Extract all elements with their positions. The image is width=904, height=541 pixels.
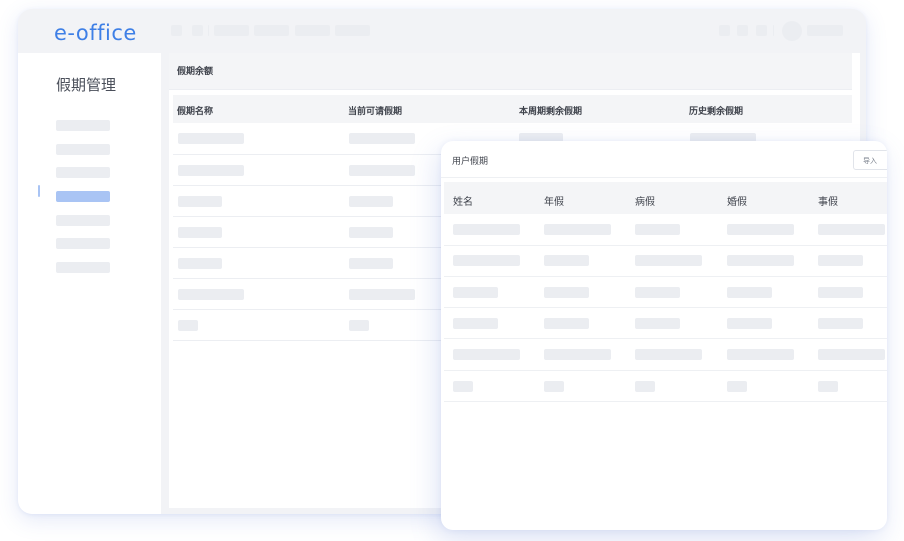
table-cell (818, 349, 885, 360)
table-cell (635, 318, 680, 329)
table-cell (349, 320, 369, 331)
table-cell (727, 287, 772, 298)
row-divider (444, 307, 887, 308)
table-cell (818, 224, 885, 235)
toolbar-icon[interactable] (737, 25, 748, 36)
table-cell (453, 224, 520, 235)
table-cell (727, 255, 794, 266)
sidebar-item[interactable] (56, 215, 110, 226)
column-header[interactable]: 病假 (635, 193, 655, 208)
panel-title: 用户假期 (452, 157, 489, 167)
row-divider (444, 370, 887, 371)
app-logo[interactable]: e-office (54, 21, 137, 45)
top-nav-item[interactable] (254, 25, 289, 36)
row-divider (444, 245, 887, 246)
table-cell (635, 349, 702, 360)
avatar[interactable] (782, 21, 802, 41)
top-nav-divider (208, 25, 209, 36)
sidebar-item[interactable] (56, 167, 110, 178)
table-cell (178, 196, 222, 207)
sidebar-item[interactable] (56, 120, 110, 131)
table-cell (818, 287, 863, 298)
import-button[interactable]: 导入 (853, 150, 887, 170)
column-header[interactable]: 历史剩余假期 (689, 104, 743, 117)
top-nav-item[interactable] (192, 25, 203, 36)
table-cell (727, 224, 794, 235)
table-cell (544, 349, 611, 360)
top-nav-item[interactable] (171, 25, 182, 36)
sidebar-item[interactable] (56, 262, 110, 273)
table-cell (635, 287, 680, 298)
toolbar-divider (773, 25, 774, 36)
toolbar-icon[interactable] (719, 25, 730, 36)
sidebar-item-active[interactable] (56, 191, 110, 202)
table-cell (453, 287, 498, 298)
table-cell (727, 349, 794, 360)
table-cell (544, 224, 611, 235)
table-cell (727, 318, 772, 329)
column-header[interactable]: 本周期剩余假期 (519, 104, 582, 117)
table-cell (635, 224, 680, 235)
table-cell (453, 349, 520, 360)
table-cell (635, 255, 702, 266)
top-nav-item[interactable] (295, 25, 330, 36)
user-name-placeholder[interactable] (807, 25, 843, 36)
table-cell (544, 255, 589, 266)
column-header[interactable]: 事假 (818, 193, 838, 208)
sidebar-item[interactable] (56, 238, 110, 249)
toolbar-icon[interactable] (756, 25, 767, 36)
row-divider (444, 276, 887, 277)
sidebar-item[interactable] (56, 144, 110, 155)
table-cell (349, 227, 393, 238)
user-holiday-panel: 用户假期 导入 姓名 年假 病假 婚假 事假 (441, 141, 887, 530)
table-cell (178, 289, 244, 300)
column-header[interactable]: 姓名 (453, 193, 473, 208)
column-header[interactable]: 当前可请假期 (348, 104, 402, 117)
column-header[interactable]: 婚假 (727, 193, 747, 208)
column-header[interactable]: 假期名称 (177, 104, 213, 117)
user-table-header: 姓名 年假 病假 婚假 事假 (444, 182, 887, 214)
table-cell (544, 318, 589, 329)
table-cell (178, 133, 244, 144)
table-cell (453, 255, 520, 266)
panel-header: 用户假期 导入 (441, 141, 887, 178)
row-divider (444, 338, 887, 339)
table-cell (178, 258, 222, 269)
sidebar: 假期管理 (18, 53, 161, 514)
table-cell (178, 165, 244, 176)
table-cell (818, 381, 838, 392)
table-cell (349, 196, 393, 207)
table-cell (818, 255, 863, 266)
active-indicator (38, 185, 40, 197)
table-cell (349, 258, 393, 269)
table-cell (727, 381, 747, 392)
top-nav-item[interactable] (335, 25, 370, 36)
table-cell (818, 318, 863, 329)
balance-title: 假期余额 (177, 67, 214, 77)
sidebar-title: 假期管理 (56, 76, 117, 94)
table-cell (178, 320, 198, 331)
table-cell (453, 318, 498, 329)
table-cell (453, 381, 473, 392)
top-nav-item[interactable] (214, 25, 249, 36)
table-cell (178, 227, 222, 238)
row-divider (444, 401, 887, 402)
balance-table-header: 假期名称 当前可请假期 本周期剩余假期 历史剩余假期 (173, 95, 852, 123)
column-header[interactable]: 年假 (544, 193, 564, 208)
balance-header: 假期余额 (169, 53, 852, 90)
table-cell (349, 165, 415, 176)
table-cell (349, 133, 415, 144)
table-cell (349, 289, 415, 300)
table-cell (544, 381, 564, 392)
table-cell (635, 381, 655, 392)
table-cell (544, 287, 589, 298)
